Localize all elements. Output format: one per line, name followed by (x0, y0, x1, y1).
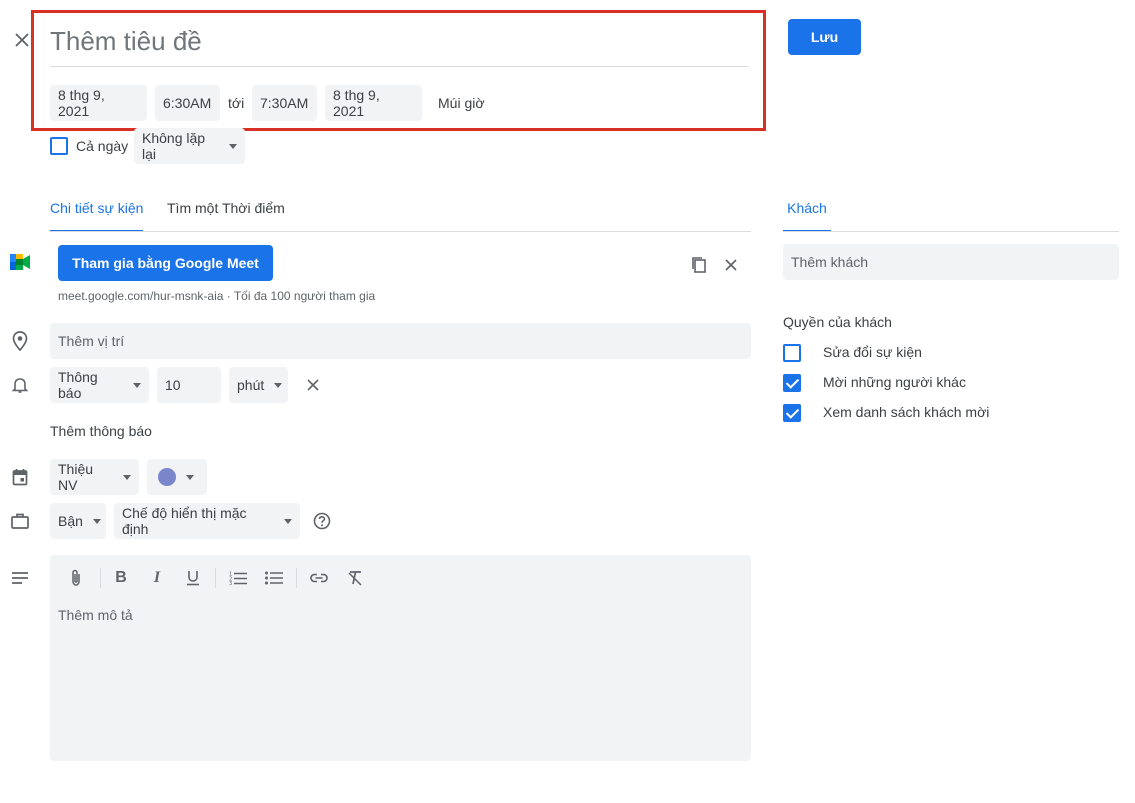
help-icon[interactable] (312, 511, 332, 531)
tabs-divider (50, 231, 751, 232)
bell-icon (10, 375, 30, 395)
location-input[interactable]: Thêm vị trí (50, 323, 751, 359)
chevron-down-icon (92, 518, 101, 524)
underline-icon[interactable] (181, 566, 205, 590)
chevron-down-icon (133, 382, 141, 388)
all-day-label: Cả ngày (76, 138, 129, 154)
permission-see-list-checkbox[interactable] (783, 404, 801, 422)
attachment-icon[interactable] (64, 566, 88, 590)
event-color-dropdown[interactable] (147, 459, 207, 495)
chevron-down-icon (284, 518, 292, 524)
description-placeholder: Thêm mô tả (58, 607, 133, 623)
toolbar-divider (100, 568, 101, 588)
permission-invite-label: Mời những người khác (823, 374, 966, 390)
google-meet-icon (10, 253, 30, 271)
save-button[interactable]: Lưu (788, 19, 861, 55)
bold-icon[interactable]: B (109, 566, 133, 590)
guest-permissions-title: Quyền của khách (783, 314, 892, 330)
clear-formatting-icon[interactable] (343, 566, 367, 590)
repeat-dropdown[interactable]: Không lặp lại (134, 128, 245, 164)
numbered-list-icon[interactable]: 123 (226, 566, 250, 590)
permission-see-list-label: Xem danh sách khách mời (823, 404, 990, 420)
svg-text:3: 3 (229, 581, 232, 585)
timezone-button[interactable]: Múi giờ (438, 95, 485, 111)
permission-modify-checkbox[interactable] (783, 344, 801, 362)
to-label: tới (228, 95, 245, 111)
toolbar-divider (296, 568, 297, 588)
description-icon (10, 568, 30, 588)
color-swatch (158, 468, 176, 486)
calendar-dropdown[interactable]: Thiệu NV (50, 459, 139, 495)
copy-icon[interactable] (688, 254, 710, 276)
notification-type-dropdown[interactable]: Thông báo (50, 367, 149, 403)
meet-info: meet.google.com/hur-msnk-aia · Tối đa 10… (58, 289, 376, 303)
italic-icon[interactable]: I (145, 566, 169, 590)
all-day-checkbox[interactable] (50, 137, 68, 155)
chevron-down-icon (186, 474, 194, 480)
add-notification-link[interactable]: Thêm thông báo (50, 423, 152, 439)
add-guests-input[interactable]: Thêm khách (783, 244, 1119, 280)
availability-dropdown[interactable]: Bận (50, 503, 106, 539)
title-input[interactable]: Thêm tiêu đề (50, 22, 748, 67)
briefcase-icon (10, 511, 30, 531)
start-date[interactable]: 8 thg 9, 2021 (50, 85, 147, 121)
visibility-dropdown[interactable]: Chế độ hiển thị mặc định (114, 503, 300, 539)
tab-guests[interactable]: Khách (783, 200, 831, 232)
start-time[interactable]: 6:30AM (155, 85, 220, 121)
title-placeholder: Thêm tiêu đề (50, 26, 202, 56)
location-pin-icon (10, 331, 30, 351)
link-icon[interactable] (307, 566, 331, 590)
notification-amount-input[interactable]: 10 (157, 367, 221, 403)
guests-divider (783, 231, 1119, 232)
permission-modify-label: Sửa đổi sự kiện (823, 344, 922, 360)
end-date[interactable]: 8 thg 9, 2021 (325, 85, 422, 121)
toolbar-divider (215, 568, 216, 588)
chevron-down-icon (274, 382, 283, 388)
remove-notification-icon[interactable] (302, 374, 324, 396)
chevron-down-icon (123, 474, 131, 480)
end-time[interactable]: 7:30AM (252, 85, 317, 121)
tab-event-details[interactable]: Chi tiết sự kiện (50, 200, 144, 232)
tab-find-time[interactable]: Tìm một Thời điểm (167, 200, 285, 232)
chevron-down-icon (229, 143, 237, 149)
remove-meet-icon[interactable] (720, 254, 742, 276)
calendar-icon (10, 467, 30, 487)
permission-invite-checkbox[interactable] (783, 374, 801, 392)
bulleted-list-icon[interactable] (262, 566, 286, 590)
join-meet-button[interactable]: Tham gia bằng Google Meet (58, 245, 273, 281)
notification-unit-dropdown[interactable]: phút (229, 367, 288, 403)
